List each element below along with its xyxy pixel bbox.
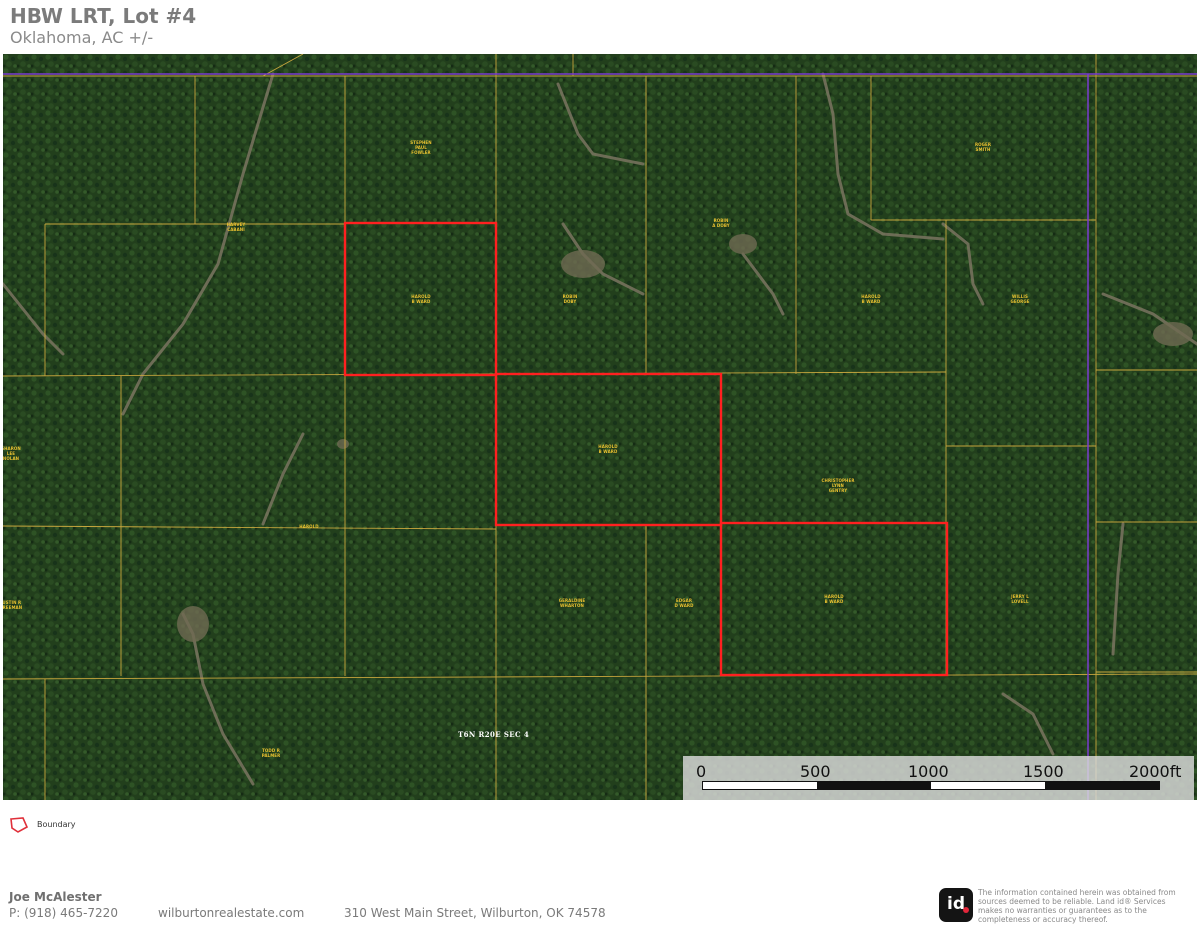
owner-label: ROGER SMITH bbox=[974, 142, 992, 152]
owner-label: ROBIN DOBY bbox=[562, 294, 578, 304]
owner-label: HAROLD B WARD bbox=[824, 594, 844, 604]
scale-tick: 2000ft bbox=[1129, 762, 1182, 781]
scale-tick: 1500 bbox=[1023, 762, 1064, 781]
owner-label: HAROLD B WARD bbox=[411, 294, 431, 304]
logo-dot bbox=[963, 907, 969, 913]
owner-label: CHRISTOPHER LYNN GENTRY bbox=[821, 478, 855, 493]
legend-label-boundary: Boundary bbox=[37, 820, 76, 829]
forest-canopy bbox=[3, 54, 1197, 800]
agent-website-link[interactable]: wilburtonrealestate.com bbox=[158, 906, 304, 920]
owner-label: HAROLD B WARD bbox=[861, 294, 881, 304]
scale-bar-graphic bbox=[702, 781, 1160, 790]
map-canvas bbox=[3, 54, 1197, 800]
owner-label: JERRY L LOVELL bbox=[1011, 594, 1029, 604]
agent-address: 310 West Main Street, Wilburton, OK 7457… bbox=[344, 906, 606, 920]
owner-label: ROBIN A DOBY bbox=[712, 218, 730, 228]
scale-tick: 1000 bbox=[908, 762, 949, 781]
owner-label: SHARON LEE NOLAN bbox=[3, 446, 21, 461]
scale-tick: 500 bbox=[800, 762, 831, 781]
owner-label: EDGAR D WARD bbox=[674, 598, 694, 608]
boundary-polygon-icon bbox=[10, 817, 29, 833]
owner-label: HAROLD B WARD bbox=[598, 444, 618, 454]
scale-segment bbox=[1045, 782, 1159, 789]
section-label: T6N R20E SEC 4 bbox=[458, 730, 530, 739]
agent-name: Joe McAlester bbox=[9, 890, 102, 904]
owner-label: STEPHEN PAUL FOWLER bbox=[410, 140, 432, 155]
disclaimer-text: The information contained herein was obt… bbox=[978, 888, 1176, 924]
owner-label: HAROLD bbox=[299, 524, 319, 529]
owner-label: WILLIS GEORGE bbox=[1010, 294, 1030, 304]
scale-tick: 0 bbox=[696, 762, 707, 781]
map-subtitle: Oklahoma, AC +/- bbox=[10, 28, 154, 47]
owner-label: TODD R PALMER bbox=[261, 748, 281, 758]
owner-label: JUSTIN R FREEMAN bbox=[3, 600, 23, 610]
owner-label: HARVEY CABANI bbox=[226, 222, 246, 232]
aerial-map[interactable]: STEPHEN PAUL FOWLER HARVEY CABANI ROGER … bbox=[3, 54, 1197, 800]
scale-segment bbox=[817, 782, 931, 789]
map-title: HBW LRT, Lot #4 bbox=[10, 4, 197, 28]
agent-phone[interactable]: P: (918) 465-7220 bbox=[9, 906, 118, 920]
owner-label: GERALDINE WHARTON bbox=[558, 598, 586, 608]
landid-logo-icon: id bbox=[939, 888, 973, 922]
scale-bar: 0 500 1000 1500 2000ft bbox=[683, 756, 1194, 800]
